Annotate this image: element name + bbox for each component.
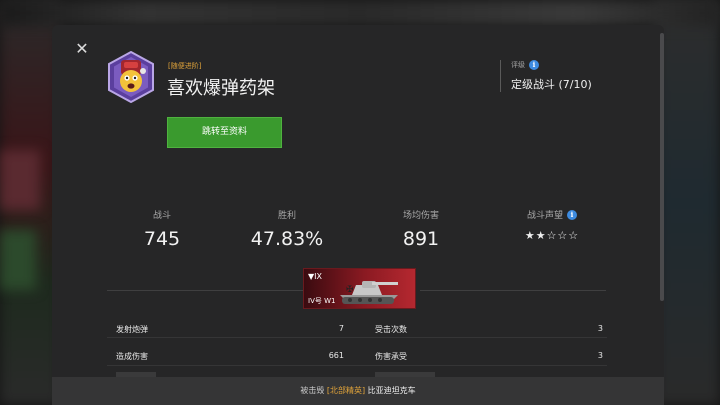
rating-panel: 评级 i 定级战斗 (7/10): [500, 60, 592, 92]
battle-detail-dialog: ✕ [随便进阶] 喜欢爆弹药架 跳转至资料 评级 i 定级战斗 (7/10) 战…: [52, 25, 664, 405]
reputation-stars: ★★☆☆☆: [524, 229, 580, 242]
stat-avg-damage: 场均伤害 891: [366, 208, 476, 250]
stat-value: 745: [143, 228, 181, 250]
stats-row: 战斗 745 胜利 47.83% 场均伤害 891 战斗声望 i ★★☆☆☆: [107, 208, 607, 252]
stat-value: 891: [402, 228, 440, 250]
rating-label: 评级: [511, 61, 525, 69]
achievement-tag: [随便进阶]: [168, 62, 202, 70]
tank-card[interactable]: ✠ ▼IX IV号 W1: [303, 268, 416, 309]
stat-label: 胜利: [277, 211, 296, 221]
detail-value: 661: [328, 351, 344, 360]
detail-value: 3: [597, 351, 603, 360]
stat-value: 47.83%: [250, 228, 324, 250]
destroyed-by-bar: 被击毁 [北部精英] 比亚迪坦克车: [52, 377, 664, 405]
stat-battles: 战斗 745: [107, 208, 217, 250]
footer-prefix: 被击毁: [300, 386, 325, 395]
divider: [107, 290, 303, 291]
list-item: 造成伤害 661: [116, 348, 344, 366]
tank-icon: ✠: [340, 281, 398, 304]
info-icon[interactable]: i: [529, 60, 539, 70]
clan-tag[interactable]: [北部精英]: [327, 386, 365, 395]
detail-label: 发射炮弹: [116, 325, 148, 334]
rating-value: 定级战斗 (7/10): [511, 78, 592, 91]
detail-value: 3: [597, 324, 603, 333]
detail-label: 伤害承受: [375, 352, 407, 361]
stat-reputation: 战斗声望 i ★★☆☆☆: [497, 208, 607, 242]
detail-label: 造成伤害: [116, 352, 148, 361]
info-icon[interactable]: i: [567, 209, 577, 220]
detail-value: 7: [338, 324, 344, 333]
medal-icon: [108, 51, 154, 103]
divider: [420, 290, 606, 291]
tank-tier: ▼IX: [308, 272, 322, 281]
achievement-title: 喜欢爆弹药架: [167, 78, 275, 99]
divider: [107, 365, 607, 366]
goto-profile-button[interactable]: 跳转至资料: [167, 117, 282, 148]
scrollbar[interactable]: [660, 33, 664, 301]
tank-name: IV号 W1: [308, 297, 336, 305]
divider: [107, 337, 607, 338]
svg-text:✠: ✠: [346, 285, 354, 295]
killer-name[interactable]: 比亚迪坦克车: [368, 386, 416, 395]
list-item: 伤害承受 3: [375, 348, 603, 366]
stat-label: 战斗: [152, 211, 171, 221]
stat-winrate: 胜利 47.83%: [232, 208, 342, 250]
stat-label: 场均伤害: [402, 211, 439, 221]
detail-label: 受击次数: [375, 325, 407, 334]
stat-label: 战斗声望: [526, 211, 563, 221]
close-icon[interactable]: ✕: [74, 41, 90, 57]
